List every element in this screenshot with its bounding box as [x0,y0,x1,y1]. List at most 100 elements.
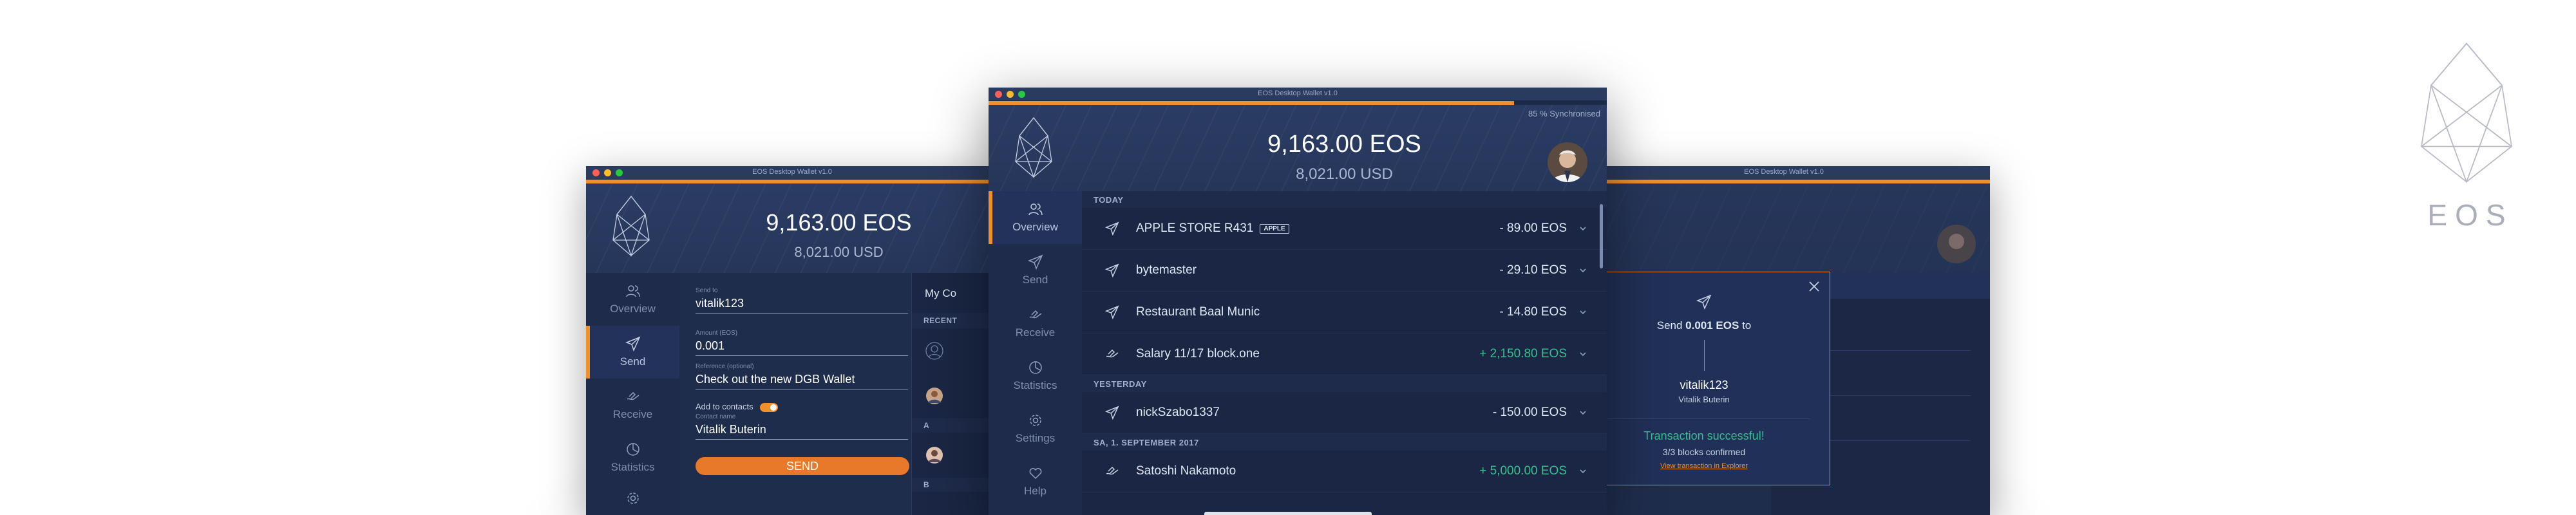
user-circle-icon [925,342,943,360]
nav-settings[interactable] [586,484,679,515]
contact-name-label: Contact name [696,413,736,420]
amount-label: Amount (EOS) [696,330,738,337]
send-to-value: vitalik123 [696,297,744,310]
statistics-icon [1028,361,1042,374]
chevron-down-icon[interactable] [1578,467,1587,476]
add-to-contacts-row: Add to contacts [696,402,778,412]
transaction-row[interactable]: APPLE STORE R431 APPLE - 89.00 EOS [1082,208,1607,250]
transaction-amount: + 2,150.80 EOS [1479,347,1567,360]
amount-field[interactable]: Amount (EOS) 0.001 [696,330,908,356]
receive-icon [1029,310,1041,319]
nav-settings[interactable]: Settings [989,402,1082,455]
eos-brand-text: EOS [2427,198,2514,232]
send-form-panel: Send to vitalik123 Amount (EOS) 0.001 Re… [679,273,911,515]
left-header: 9,163.00 EOS 8,021.00 USD [586,183,998,274]
transaction-amount: - 14.80 EOS [1499,305,1567,319]
chevron-down-icon[interactable] [1578,224,1587,233]
nav-receive[interactable]: Receive [989,297,1082,350]
send-icon [1105,305,1119,319]
receive-icon [1106,466,1119,475]
contacts-panel: My Co RECENT A B [911,273,998,515]
transaction-row[interactable]: Salary 11/17 block.one + 2,150.80 EOS [1082,333,1607,375]
chevron-down-icon[interactable] [1578,266,1587,275]
letter-b-section: B [912,478,998,492]
section-yesterday: YESTERDAY [1082,375,1607,392]
divider [1598,418,1810,419]
close-icon[interactable] [1808,280,1821,293]
receive-icon [627,391,639,400]
nav-send[interactable]: Send [586,326,679,379]
nav-label: Settings [1015,432,1056,444]
transaction-name: nickSzabo1337 [1136,406,1220,419]
contact-row[interactable] [912,373,998,418]
transactions-list: TODAY APPLE STORE R431 APPLE - 89.00 EOS … [1082,191,1607,515]
center-wallet-window: EOS Desktop Wallet v1.0 85 % Synchronise… [989,88,1607,515]
scrollbar[interactable] [1600,204,1603,268]
chevron-down-icon[interactable] [1578,408,1587,417]
send-icon [1696,294,1712,310]
transaction-amount: - 29.10 EOS [1499,263,1567,277]
transaction-row[interactable]: Satoshi Nakamoto + 5,000.00 EOS [1082,451,1607,492]
send-icon [1105,221,1119,236]
sync-status: 85 % Synchronised [1528,109,1600,118]
send-button[interactable]: SEND [696,457,909,475]
explorer-link[interactable]: View transaction in Explorer [1578,462,1830,470]
send-icon [1105,263,1119,277]
nav-label: Overview [610,303,656,315]
nav-statistics[interactable]: Statistics [586,431,679,484]
right-header [1578,183,1990,274]
send-suffix: to [1742,319,1752,332]
send-to-label: Send to [696,287,718,294]
recipient: vitalik123 [1680,379,1728,391]
transaction-row[interactable]: bytemaster - 29.10 EOS [1082,250,1607,292]
transaction-name: Restaurant Baal Munic [1136,305,1260,319]
transaction-name: bytemaster [1136,263,1197,277]
transaction-amount: - 150.00 EOS [1492,406,1567,419]
contact-row[interactable] [912,433,998,478]
window-title: EOS Desktop Wallet v1.0 [1744,168,1824,176]
send-summary: Send 0.001 EOS to [1578,319,1830,332]
contact-name-field[interactable]: Contact name Vitalik Buterin [696,413,908,440]
nav-receive[interactable]: Receive [586,379,679,431]
transaction-amount: + 5,000.00 EOS [1479,464,1567,478]
merchant-tag: APPLE [1260,223,1289,234]
statistics-icon [626,443,639,456]
transaction-row[interactable]: Restaurant Baal Munic - 14.80 EOS [1082,292,1607,333]
chevron-down-icon[interactable] [1578,308,1587,317]
left-sidebar: Overview Send Receive Statistics [586,273,679,515]
send-icon [1027,254,1043,270]
contact-name-value: Vitalik Buterin [696,423,766,436]
nav-overview[interactable]: Overview [586,273,679,326]
gear-icon [1029,415,1041,426]
chevron-down-icon[interactable] [1578,350,1587,359]
balance: 9,163.00 EOS [1267,131,1421,158]
nav-label: Help [1024,485,1046,497]
reference-value: Check out the new DGB Wallet [696,373,855,386]
reference-label: Reference (optional) [696,363,754,370]
nav-label: Statistics [1013,379,1057,391]
send-to-field[interactable]: Send to vitalik123 [696,287,908,314]
nav-overview[interactable]: Overview [989,191,1082,244]
fiat-balance: 8,021.00 USD [794,244,884,260]
contacts-title: My Co [925,287,957,299]
center-header: 85 % Synchronised 9,163.00 EOS 8,021.00 … [989,105,1607,192]
nav-help[interactable]: Help [989,455,1082,508]
transaction-row[interactable]: nickSzabo1337 - 150.00 EOS [1082,392,1607,434]
nav-send[interactable]: Send [989,244,1082,297]
eos-logo-icon [612,195,650,257]
receive-icon [1106,349,1119,358]
left-wallet-window: EOS Desktop Wallet v1.0 9,163.00 EOS 8,0… [586,166,998,515]
transaction-name: Satoshi Nakamoto [1136,464,1236,478]
eos-brand: EOS [2412,40,2521,232]
left-title-bar: EOS Desktop Wallet v1.0 [586,166,998,180]
avatar[interactable] [1548,142,1587,182]
nav-label: Statistics [611,461,655,473]
nav-statistics[interactable]: Statistics [989,350,1082,402]
send-icon [1105,406,1119,420]
right-title-bar: EOS Desktop Wallet v1.0 [1578,166,1990,180]
add-to-contacts-toggle[interactable] [759,402,778,412]
center-title-bar: EOS Desktop Wallet v1.0 [989,88,1607,101]
fiat-balance: 8,021.00 USD [1296,165,1393,183]
reference-field[interactable]: Reference (optional) Check out the new D… [696,363,908,389]
send-prefix: Send [1656,319,1683,332]
